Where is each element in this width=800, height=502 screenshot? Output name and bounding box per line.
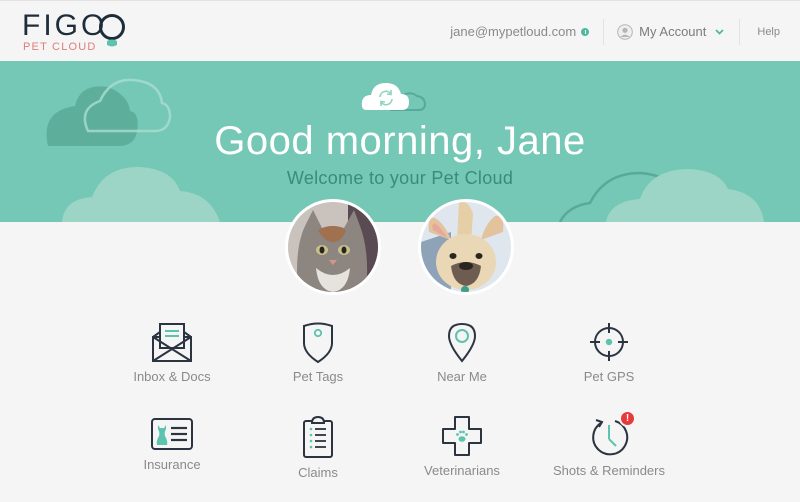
tile-claims[interactable]: Claims <box>243 415 393 495</box>
tile-label: Claims <box>298 465 338 480</box>
tile-label: Shots & Reminders <box>553 463 665 478</box>
logo-wordmark: FIGO <box>22 9 108 42</box>
help-link[interactable]: Help <box>740 26 800 38</box>
welcome-banner: Good morning, Jane Welcome to your Pet C… <box>0 61 800 222</box>
logo-subtitle: PET CLOUD <box>23 41 97 53</box>
user-email-text: jane@mypetloud.com <box>450 24 577 39</box>
tile-label: Insurance <box>143 457 201 472</box>
tile-insurance[interactable]: Insurance <box>97 415 247 495</box>
my-account-dropdown[interactable]: My Account <box>604 23 739 40</box>
tile-label: Pet Tags <box>292 369 344 384</box>
map-pin-icon <box>447 322 477 363</box>
dog-photo <box>421 201 511 294</box>
pet-avatar-cat[interactable] <box>285 199 381 295</box>
pet-cloud-dashboard: FIGO PET CLOUD jane@mypetloud.com My Acc… <box>0 0 800 502</box>
figo-logo[interactable]: FIGO PET CLOUD <box>22 11 132 55</box>
tile-label: Veterinarians <box>424 463 500 478</box>
chevron-down-icon <box>715 28 725 35</box>
pet-tag-icon <box>303 322 333 363</box>
tile-shots-reminders[interactable]: ! Shots & Reminders <box>534 410 684 495</box>
info-icon[interactable] <box>581 27 590 36</box>
paw-icon <box>456 430 468 442</box>
greeting-heading: Good morning, Jane <box>214 119 586 163</box>
tile-veterinarians[interactable]: Veterinarians <box>387 415 537 495</box>
cat-photo <box>288 202 378 292</box>
cloud-sync-icon[interactable] <box>361 80 429 114</box>
user-email: jane@mypetloud.com <box>450 24 603 39</box>
account-nav: jane@mypetloud.com My Account Help <box>450 1 800 62</box>
tile-label: Inbox & Docs <box>133 369 211 384</box>
user-avatar-icon <box>617 23 633 40</box>
clipboard-icon <box>303 415 333 458</box>
pet-avatar-dog[interactable] <box>418 199 514 295</box>
insurance-card-icon <box>151 418 193 450</box>
envelope-icon <box>152 323 192 362</box>
logo-collar-icon <box>99 14 125 47</box>
crosshair-icon <box>590 323 628 361</box>
tile-label: Pet GPS <box>583 369 635 384</box>
top-nav-bar: FIGO PET CLOUD jane@mypetloud.com My Acc… <box>0 0 800 61</box>
tile-label: Near Me <box>437 369 487 384</box>
tile-pet-tags[interactable]: Pet Tags <box>243 321 393 401</box>
alert-badge: ! <box>619 410 636 427</box>
tile-pet-gps[interactable]: Pet GPS <box>534 321 684 401</box>
my-account-label: My Account <box>639 24 707 39</box>
tile-near-me[interactable]: Near Me <box>387 321 537 401</box>
welcome-subtitle: Welcome to your Pet Cloud <box>286 168 514 188</box>
tile-inbox-docs[interactable]: Inbox & Docs <box>97 321 247 401</box>
vet-cross-icon <box>442 416 482 456</box>
